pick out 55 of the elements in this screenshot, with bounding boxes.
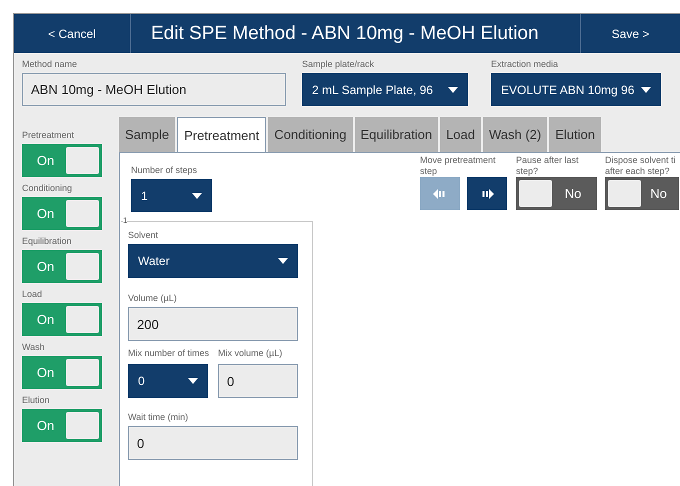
tab[interactable]: Conditioning [268,117,353,152]
toggle-switch[interactable]: No [605,177,679,210]
toggle-switch[interactable]: On [22,356,102,389]
window-title: Edit SPE Method - ABN 10mg - MeOH Elution [150,22,540,46]
field-label: Wash [22,342,46,353]
step-number: 1 [123,216,128,225]
field-label: Elution [22,395,51,406]
field-label: Number of steps [131,165,198,176]
field-label: Wait time (min) [128,412,190,423]
tab[interactable]: Elution [549,117,601,152]
field-label: Pretreatment [22,130,76,141]
tab[interactable]: Sample [119,117,176,152]
save-button[interactable]: Save > [580,14,680,53]
field-label: Sample plate/rack [302,59,376,70]
dropdown[interactable]: 1 [131,179,212,212]
field-label: Volume (µL) [128,293,178,304]
input-field[interactable]: 200 [128,307,298,341]
arrow-left-icon [433,188,447,198]
arrow-right-icon [480,188,494,198]
input-field[interactable]: ABN 10mg - MeOH Elution [22,73,286,106]
tab[interactable]: Equilibration [354,117,438,152]
dropdown[interactable]: Water [128,244,298,278]
dropdown[interactable]: EVOLUTE ABN 10mg 96 [491,73,661,106]
field-label: Solvent [128,230,160,241]
field-label: Load [22,289,44,300]
toggle-switch[interactable]: On [22,303,102,336]
toggle-switch[interactable]: No [516,177,597,210]
caret-icon [641,86,651,92]
field-label: Dispose solvent ti [605,155,677,166]
field-label: Mix number of times [128,348,208,359]
dropdown[interactable]: 0 [128,364,208,398]
caret-icon [448,86,458,92]
field-label: Equilibration [22,236,73,247]
field-label: Mix volume (µL) [218,348,284,359]
input-field[interactable]: 0 [218,364,298,398]
toggle-switch[interactable]: On [22,250,102,283]
field-label: Method name [22,59,78,70]
field-label: Extraction media [491,59,560,70]
caret-icon [188,378,198,384]
field-label: Pause after last step? [516,155,580,177]
toggle-switch[interactable]: On [22,197,102,230]
caret-icon [192,192,202,198]
input-field[interactable]: 0 [128,426,298,460]
tab[interactable]: Pretreatment [177,117,266,153]
toggle-switch[interactable]: On [22,144,102,177]
tab[interactable]: Wash (2) [482,117,548,152]
field-label: Conditioning [22,183,74,194]
field-label: Move pretreatment step [420,155,497,177]
field-label: after each step? [605,166,671,177]
toggle-switch[interactable]: On [22,409,102,442]
dropdown[interactable]: 2 mL Sample Plate, 96 [302,73,468,106]
cancel-button[interactable]: < Cancel [14,14,131,53]
tab[interactable]: Load [440,117,481,152]
move-right-button[interactable] [467,177,507,210]
caret-icon [278,258,288,264]
